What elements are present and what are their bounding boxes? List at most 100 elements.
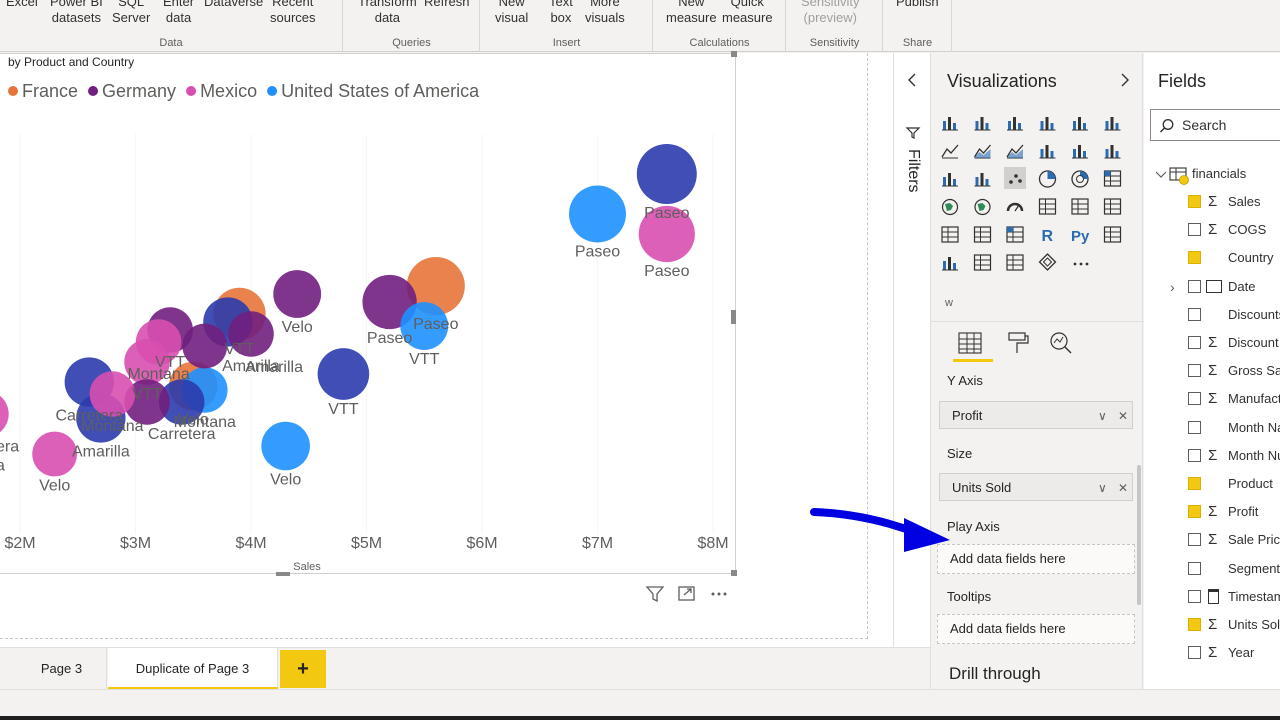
- diamond-icon[interactable]: [1038, 253, 1057, 271]
- 100-stacked-column-icon[interactable]: [1104, 117, 1121, 131]
- field-checkbox[interactable]: [1188, 195, 1201, 208]
- fields-search-input[interactable]: Search: [1150, 109, 1280, 141]
- line-column-icon[interactable]: [1039, 145, 1056, 159]
- field-checkbox[interactable]: [1188, 505, 1201, 519]
- transform-data-button[interactable]: Transform data: [358, 0, 417, 26]
- field-checkbox[interactable]: [1188, 223, 1201, 237]
- y-axis-well[interactable]: Profit ∨ ✕: [939, 401, 1133, 429]
- field-checkbox[interactable]: [1188, 589, 1201, 603]
- pane-scrollbar[interactable]: [1137, 465, 1141, 605]
- data-point[interactable]: [636, 144, 697, 204]
- data-point[interactable]: [0, 391, 9, 438]
- format-paint-roller-icon[interactable]: [1008, 332, 1029, 353]
- field-checkbox[interactable]: [1188, 477, 1201, 490]
- r-visual-icon[interactable]: R: [1042, 228, 1054, 245]
- field-cogs[interactable]: Σ COGS: [1144, 218, 1280, 242]
- legend-label-3[interactable]: United States of America: [281, 81, 480, 101]
- resize-handle-bottom[interactable]: [276, 572, 290, 576]
- multi-row-card-icon[interactable]: [1071, 198, 1089, 215]
- text-box-button[interactable]: Text box: [549, 0, 573, 26]
- field-month-name[interactable]: Month Name: [1144, 416, 1280, 440]
- legend-label-2[interactable]: Mexico: [200, 81, 257, 101]
- data-point[interactable]: [261, 421, 310, 471]
- funnel-icon[interactable]: [974, 173, 991, 187]
- data-point[interactable]: [32, 431, 78, 477]
- recent-sources-button[interactable]: Recent sources: [270, 0, 316, 26]
- clustered-bar-icon[interactable]: [1007, 117, 1023, 131]
- field-month-number[interactable]: Σ Month Number: [1144, 444, 1280, 468]
- tooltips-well[interactable]: Add data fields here: [937, 614, 1135, 644]
- add-page-button[interactable]: +: [280, 650, 326, 688]
- qna-icon[interactable]: [973, 254, 992, 271]
- field-country[interactable]: Country: [1144, 246, 1280, 270]
- field-checkbox[interactable]: [1188, 307, 1201, 321]
- field-discount-band[interactable]: Σ Discount Band: [1144, 331, 1280, 355]
- data-point[interactable]: [182, 323, 228, 369]
- field-checkbox[interactable]: [1188, 392, 1201, 406]
- page-tab-page-3[interactable]: Page 3: [17, 648, 107, 690]
- resize-handle-bottom-right[interactable]: [731, 570, 737, 576]
- report-canvas[interactable]: by Product and Country France Germany Mexic…: [0, 51, 893, 647]
- power-bi-datasets-button[interactable]: Power BI datasets: [50, 0, 103, 26]
- kpi-icon[interactable]: [1103, 198, 1122, 215]
- field-discounts[interactable]: Discounts: [1144, 303, 1280, 327]
- field-segment[interactable]: Segment: [1144, 557, 1280, 581]
- field-checkbox[interactable]: [1188, 618, 1201, 631]
- legend-label-1[interactable]: Germany: [102, 81, 176, 101]
- resize-handle-top-right[interactable]: [731, 51, 737, 57]
- map-icon[interactable]: [941, 198, 959, 216]
- data-point[interactable]: [273, 270, 322, 318]
- chevron-down-icon[interactable]: ∨: [1098, 402, 1107, 430]
- stacked-area-icon[interactable]: [1006, 144, 1024, 159]
- sensitivity-button[interactable]: Sensitivity (preview): [801, 0, 860, 26]
- field-checkbox[interactable]: [1188, 533, 1201, 547]
- play-axis-well[interactable]: Add data fields here: [937, 544, 1135, 574]
- field-checkbox[interactable]: [1188, 561, 1201, 575]
- field-manufacturing-price[interactable]: Σ Manufacturing Price: [1144, 387, 1280, 411]
- scatter-visual[interactable]: by Product and Country France Germany Mexic…: [0, 51, 737, 576]
- field-sales[interactable]: Σ Sales: [1144, 190, 1280, 214]
- dataverse-button[interactable]: Dataverse: [204, 0, 263, 10]
- quick-measure-button[interactable]: Quick measure: [722, 0, 773, 26]
- area-chart-icon[interactable]: [973, 144, 991, 159]
- key-influencers-icon[interactable]: [1103, 226, 1122, 243]
- focus-mode-icon[interactable]: [678, 586, 695, 601]
- 100-stacked-bar-icon[interactable]: [1072, 117, 1088, 131]
- resize-handle-right[interactable]: [731, 310, 736, 324]
- line-clustered-column-icon[interactable]: [1072, 145, 1088, 159]
- slicer-icon[interactable]: [941, 226, 959, 243]
- expand-right-chevron-icon[interactable]: [1117, 71, 1133, 89]
- new-measure-button[interactable]: New measure: [666, 0, 717, 26]
- field-product[interactable]: Product: [1144, 472, 1280, 496]
- publish-button[interactable]: Publish: [896, 0, 939, 10]
- chevron-down-icon[interactable]: ∨: [1098, 474, 1107, 502]
- field-date[interactable]: › Date: [1144, 275, 1280, 299]
- excel-button[interactable]: Excel: [6, 0, 38, 10]
- field-checkbox[interactable]: [1188, 646, 1201, 660]
- filled-map-icon[interactable]: [974, 198, 991, 216]
- more-visuals-icon[interactable]: [1073, 262, 1089, 266]
- pie-icon[interactable]: [1038, 170, 1057, 188]
- stacked-bar-icon[interactable]: [942, 117, 958, 131]
- new-visual-button[interactable]: New visual: [495, 0, 528, 26]
- field-checkbox[interactable]: [1188, 448, 1201, 462]
- stacked-column-icon[interactable]: [974, 117, 991, 131]
- donut-icon[interactable]: [1071, 170, 1089, 188]
- more-options-icon[interactable]: [711, 592, 727, 596]
- field-checkbox[interactable]: [1188, 251, 1201, 265]
- table-financials[interactable]: financials: [1144, 162, 1280, 186]
- size-well[interactable]: Units Sold ∨ ✕: [939, 473, 1133, 501]
- fields-tab-icon[interactable]: [953, 332, 993, 362]
- legend-label-0[interactable]: France: [22, 81, 78, 101]
- field-checkbox[interactable]: [1188, 364, 1201, 378]
- field-year[interactable]: Σ Year: [1144, 641, 1280, 665]
- line-chart-icon[interactable]: [941, 144, 959, 159]
- sql-server-button[interactable]: SQL Server: [112, 0, 150, 26]
- data-point[interactable]: [569, 185, 626, 243]
- enter-data-button[interactable]: Enter data: [163, 0, 194, 26]
- matrix-icon[interactable]: [1006, 226, 1024, 243]
- gauge-icon[interactable]: [1006, 202, 1024, 212]
- card-icon[interactable]: [1038, 198, 1057, 215]
- paginated-report-icon[interactable]: [1006, 254, 1024, 271]
- filter-icon[interactable]: [645, 586, 665, 603]
